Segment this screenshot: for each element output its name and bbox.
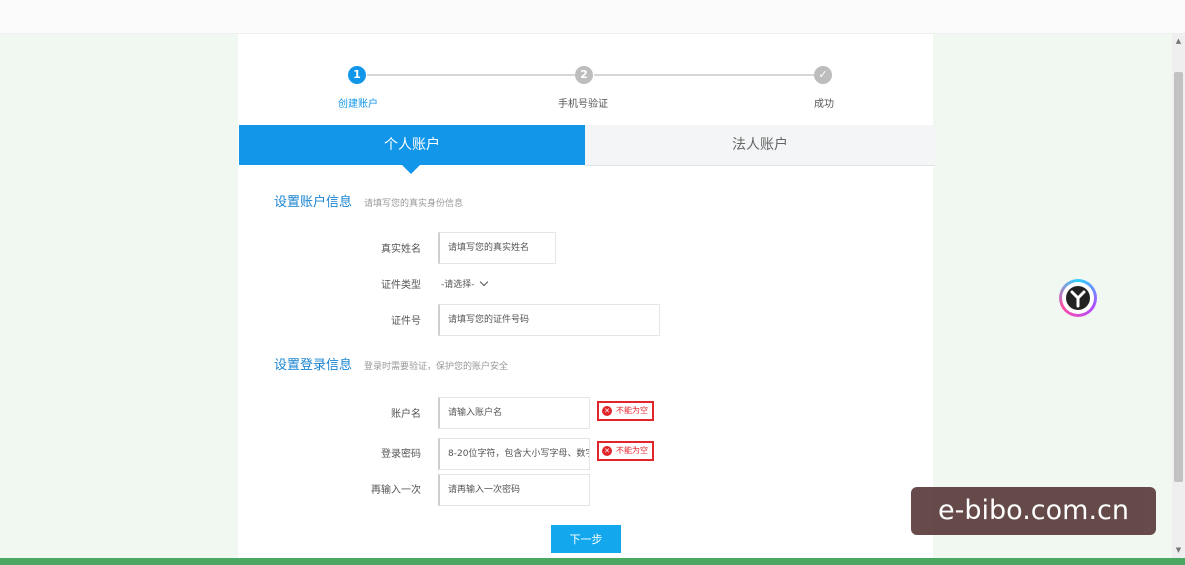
scroll-up-arrow-icon[interactable]: ▲ — [1172, 37, 1185, 45]
step-1-circle: 1 — [348, 66, 366, 84]
error-x-icon: ✕ — [602, 445, 612, 456]
id-number-input[interactable]: 请填写您的证件号码 — [438, 304, 660, 336]
scrollbar-thumb[interactable] — [1174, 72, 1183, 482]
password-error-badge: ✕ 不能为空 — [597, 441, 654, 461]
username-label: 账户名 — [391, 409, 421, 420]
section-hint-account-info: 请填写您的真实身份信息 — [364, 199, 464, 209]
username-input[interactable]: 请输入账户名 — [438, 397, 590, 429]
step-2-circle: 2 — [575, 66, 593, 84]
password-input[interactable]: 8-20位字符，包含大小写字母、数字 — [438, 438, 590, 470]
tab-legal-account[interactable]: 法人账户 — [585, 125, 935, 166]
active-tab-caret — [402, 165, 420, 174]
next-step-button[interactable]: 下一步 — [551, 525, 621, 553]
step-3-label: 成功 — [814, 99, 834, 110]
username-error-text: 不能为空 — [616, 406, 648, 415]
step-connector-2 — [594, 74, 814, 76]
floating-assistant-icon[interactable] — [1059, 279, 1097, 317]
confirm-password-input[interactable]: 请再输入一次密码 — [438, 474, 590, 506]
password-label: 登录密码 — [381, 449, 421, 460]
step-connector-1 — [367, 74, 575, 76]
id-type-select[interactable]: -请选择- — [441, 277, 489, 290]
tab-personal-account[interactable]: 个人账户 — [239, 125, 585, 165]
id-number-label: 证件号 — [391, 316, 421, 327]
scroll-down-arrow-icon[interactable]: ▼ — [1172, 546, 1185, 554]
section-title-account-info: 设置账户信息 — [274, 195, 353, 210]
section-title-login-info: 设置登录信息 — [274, 358, 353, 373]
step-1-label: 创建账户 — [338, 99, 378, 110]
username-error-badge: ✕ 不能为空 — [597, 401, 654, 421]
assistant-logo-glyph — [1066, 286, 1090, 310]
error-x-icon: ✕ — [602, 405, 612, 416]
bottom-status-bar — [0, 558, 1185, 565]
password-error-text: 不能为空 — [616, 446, 648, 455]
chevron-down-icon — [480, 277, 489, 287]
id-type-label: 证件类型 — [381, 280, 421, 291]
real-name-label: 真实姓名 — [381, 244, 421, 255]
real-name-input[interactable]: 请填写您的真实姓名 — [438, 232, 556, 264]
confirm-password-label: 再输入一次 — [371, 485, 421, 496]
browser-top-bar — [0, 0, 1185, 34]
id-type-value: -请选择- — [441, 280, 475, 290]
section-hint-login-info: 登录时需要验证，保护您的账户安全 — [364, 362, 509, 372]
step-2-label: 手机号验证 — [558, 99, 608, 110]
step-3-check-icon: ✓ — [814, 66, 832, 84]
site-watermark: e-bibo.com.cn — [911, 487, 1156, 535]
